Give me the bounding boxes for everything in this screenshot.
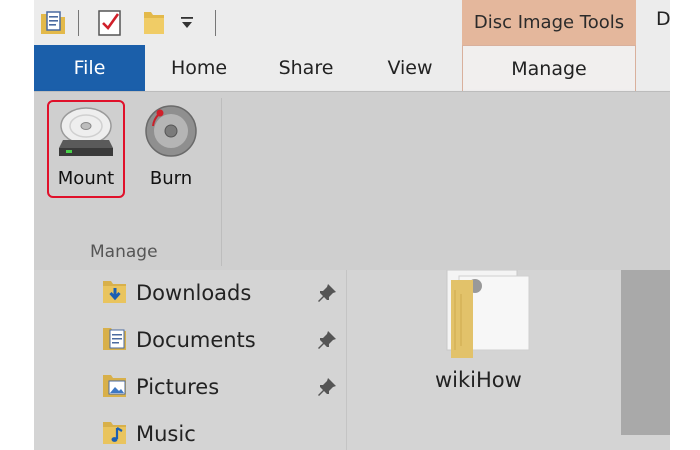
customize-dropdown-icon[interactable] bbox=[180, 14, 194, 36]
explorer-content: Downloads Documents Pictures Music wikiH… bbox=[34, 269, 670, 450]
tab-file[interactable]: File bbox=[34, 45, 145, 91]
nav-label: Pictures bbox=[136, 375, 220, 399]
properties-icon[interactable] bbox=[40, 8, 66, 40]
checkbox-icon[interactable] bbox=[97, 8, 123, 42]
pin-icon[interactable] bbox=[316, 376, 338, 402]
folder-label[interactable]: wikiHow bbox=[435, 368, 522, 392]
nav-item-music[interactable]: Music bbox=[102, 417, 196, 450]
ribbon-panel: Mount Burn Manage bbox=[34, 91, 670, 270]
burn-label: Burn bbox=[149, 168, 193, 189]
folder-item-wikihow[interactable] bbox=[417, 269, 547, 364]
downloads-folder-icon bbox=[102, 277, 128, 309]
nav-label: Downloads bbox=[136, 281, 252, 305]
pictures-folder-icon bbox=[102, 371, 128, 403]
pin-icon[interactable] bbox=[316, 282, 338, 308]
tab-manage[interactable]: Manage bbox=[462, 45, 636, 91]
burn-button[interactable]: Burn bbox=[136, 100, 206, 198]
file-list-area: wikiHow bbox=[347, 269, 670, 450]
nav-item-downloads[interactable]: Downloads bbox=[102, 276, 251, 310]
documents-folder-icon bbox=[102, 324, 128, 356]
file-explorer-window: Disc Image Tools D File Home Share View … bbox=[34, 0, 670, 450]
contextual-tab-header: Disc Image Tools bbox=[462, 0, 636, 45]
toolbar-separator bbox=[215, 10, 216, 36]
burn-disc-icon bbox=[143, 104, 199, 162]
nav-label: Music bbox=[136, 422, 196, 446]
tab-view[interactable]: View bbox=[368, 45, 452, 91]
ribbon-tabs: File Home Share View Manage bbox=[34, 45, 670, 91]
disc-drive-icon bbox=[57, 106, 115, 162]
mount-label: Mount bbox=[57, 168, 115, 189]
nav-item-pictures[interactable]: Pictures bbox=[102, 370, 219, 404]
toolbar-separator bbox=[78, 10, 79, 36]
window-title-truncated: D bbox=[656, 8, 670, 30]
mount-button[interactable]: Mount bbox=[47, 100, 125, 198]
navigation-pane: Downloads Documents Pictures Music bbox=[34, 270, 346, 450]
preview-pane-edge bbox=[621, 270, 670, 435]
pin-icon[interactable] bbox=[316, 329, 338, 355]
nav-label: Documents bbox=[136, 328, 256, 352]
tab-home[interactable]: Home bbox=[150, 45, 248, 91]
tab-share[interactable]: Share bbox=[264, 45, 348, 91]
ribbon-group-label: Manage bbox=[90, 242, 158, 262]
nav-item-documents[interactable]: Documents bbox=[102, 323, 256, 357]
folder-icon[interactable] bbox=[143, 8, 165, 40]
ribbon-group-separator bbox=[221, 98, 222, 266]
folder-with-documents-icon bbox=[417, 269, 547, 364]
music-folder-icon bbox=[102, 418, 128, 450]
